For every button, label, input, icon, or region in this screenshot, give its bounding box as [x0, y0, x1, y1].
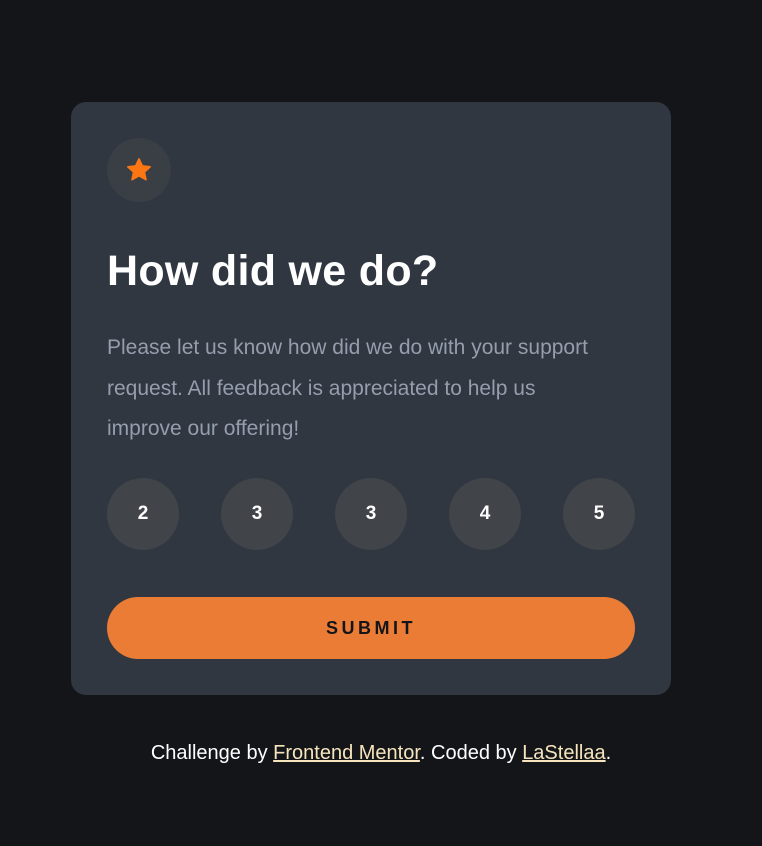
rating-options: 2 3 3 4 5 [107, 478, 635, 550]
rating-button[interactable]: 4 [449, 478, 521, 550]
rating-button[interactable]: 2 [107, 478, 179, 550]
attribution: Challenge by Frontend Mentor. Coded by L… [0, 742, 762, 765]
rating-button[interactable]: 3 [335, 478, 407, 550]
card-description: Please let us know how did we do with yo… [107, 336, 588, 440]
rating-card: How did we do? Please let us know how di… [71, 102, 671, 695]
attribution-middle: . Coded by [419, 742, 523, 764]
attribution-suffix: . [605, 742, 612, 764]
card-title: How did we do? [107, 247, 439, 295]
attribution-prefix: Challenge by [150, 742, 274, 764]
star-badge [107, 138, 171, 202]
author-link[interactable]: LaStellaa [522, 742, 605, 764]
rating-button[interactable]: 3 [221, 478, 293, 550]
star-icon [127, 158, 151, 181]
submit-button[interactable]: SUBMIT [107, 597, 635, 659]
frontend-mentor-link[interactable]: Frontend Mentor [273, 742, 420, 764]
rating-button[interactable]: 5 [563, 478, 635, 550]
